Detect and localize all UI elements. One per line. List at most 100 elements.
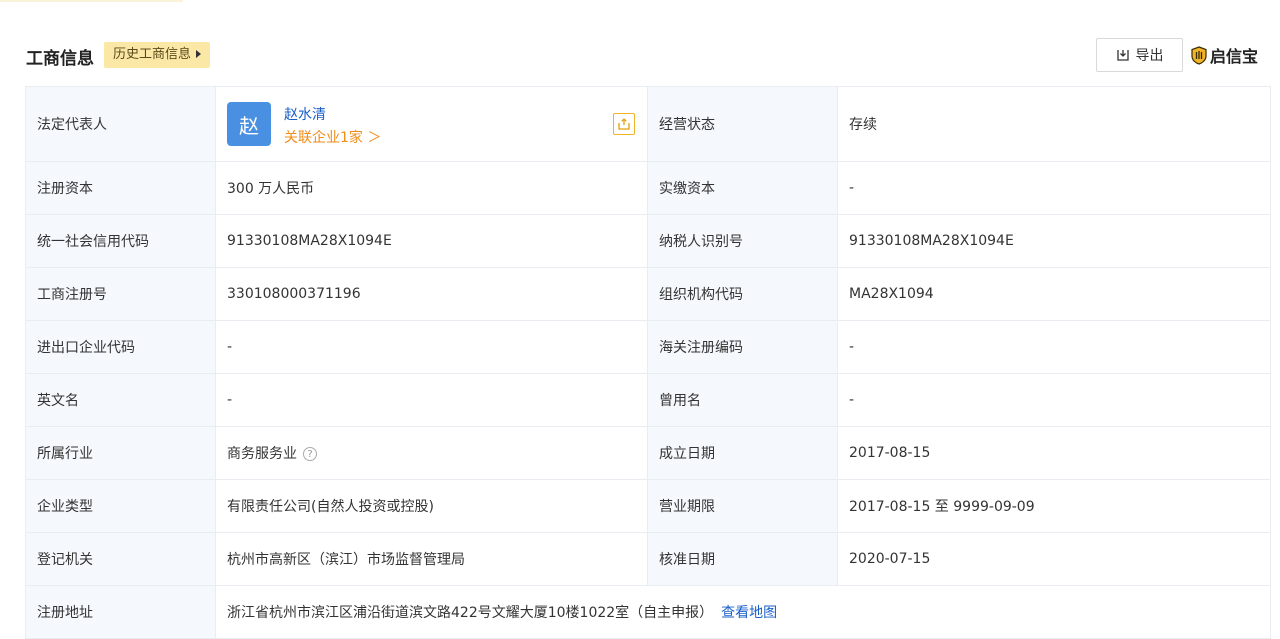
- field-value-text: -: [227, 392, 233, 408]
- field-label: 纳税人识别号: [647, 214, 838, 268]
- field-label-text: 海关注册编码: [659, 340, 743, 356]
- field-value: 330108000371196: [215, 267, 648, 321]
- history-info-label: 历史工商信息: [113, 47, 192, 62]
- legal-rep-label: 法定代表人: [25, 86, 216, 162]
- legal-rep-cell: 赵 赵水清 关联企业1家 ＞: [215, 86, 648, 162]
- field-label-text: 纳税人识别号: [659, 234, 743, 250]
- field-value-text: -: [849, 180, 855, 196]
- table-row: 所属行业 商务服务业? 成立日期 2017-08-15: [25, 426, 1271, 480]
- legal-rep-name-link[interactable]: 赵水清: [284, 104, 326, 124]
- share-icon: [618, 118, 630, 130]
- field-label-text: 注册资本: [37, 181, 93, 197]
- address-value: 浙江省杭州市滨江区浦沿街道滨文路422号文耀大厦10楼1022室（自主申报）: [227, 605, 714, 621]
- field-value: 300 万人民币: [215, 161, 648, 215]
- field-label: 英文名: [25, 373, 216, 427]
- brand-logo: 启信宝: [1191, 43, 1258, 67]
- field-label-text: 所属行业: [37, 446, 93, 462]
- field-value: -: [837, 161, 1271, 215]
- field-value: 2017-08-15: [837, 426, 1271, 480]
- field-value: 杭州市高新区（滨江）市场监督管理局: [215, 532, 648, 586]
- field-label: 统一社会信用代码: [25, 214, 216, 268]
- field-value: MA28X1094: [837, 267, 1271, 321]
- section-title: 工商信息: [26, 49, 94, 69]
- table-row: 登记机关 杭州市高新区（滨江）市场监督管理局 核准日期 2020-07-15: [25, 532, 1271, 586]
- field-value-text: 300 万人民币: [227, 181, 315, 197]
- export-label: 导出: [1135, 48, 1164, 64]
- field-value: 91330108MA28X1094E: [215, 214, 648, 268]
- table-row: 注册资本 300 万人民币 实缴资本 -: [25, 161, 1271, 215]
- field-label-text: 统一社会信用代码: [37, 234, 149, 250]
- table-row: 企业类型 有限责任公司(自然人投资或控股) 营业期限 2017-08-15 至 999…: [25, 479, 1271, 533]
- download-icon: [1116, 50, 1129, 61]
- field-label: 核准日期: [647, 532, 838, 586]
- table-row: 进出口企业代码 - 海关注册编码 -: [25, 320, 1271, 374]
- field-label-text: 企业类型: [37, 499, 93, 515]
- table-row: 英文名 - 曾用名 -: [25, 373, 1271, 427]
- field-value-text: MA28X1094: [849, 286, 934, 302]
- field-label-text: 实缴资本: [659, 181, 715, 197]
- field-label: 海关注册编码: [647, 320, 838, 374]
- field-label: 企业类型: [25, 479, 216, 533]
- field-label-text: 核准日期: [659, 552, 715, 568]
- field-label-text: 营业期限: [659, 499, 715, 515]
- field-label: 登记机关: [25, 532, 216, 586]
- related-companies-link[interactable]: 关联企业1家 ＞: [284, 127, 381, 147]
- export-button[interactable]: 导出: [1096, 38, 1183, 72]
- field-label: 进出口企业代码: [25, 320, 216, 374]
- field-label-text: 组织机构代码: [659, 287, 743, 303]
- field-label: 曾用名: [647, 373, 838, 427]
- field-label-text: 工商注册号: [37, 287, 107, 303]
- field-value-text: 有限责任公司(自然人投资或控股): [227, 499, 434, 515]
- field-label-text: 登记机关: [37, 552, 93, 568]
- table-row: 工商注册号 330108000371196 组织机构代码 MA28X1094: [25, 267, 1271, 321]
- field-value-text: 商务服务业: [227, 446, 297, 462]
- field-value: 2020-07-15: [837, 532, 1271, 586]
- share-button[interactable]: [613, 113, 635, 135]
- table-row: 统一社会信用代码 91330108MA28X1094E 纳税人识别号 91330108…: [25, 214, 1271, 268]
- field-value: -: [215, 320, 648, 374]
- field-value: -: [215, 373, 648, 427]
- field-label-text: 成立日期: [659, 446, 715, 462]
- field-value-text: 2017-08-15: [849, 445, 931, 461]
- status-value: 存续: [837, 86, 1271, 162]
- field-label-text: 英文名: [37, 393, 79, 409]
- field-label: 工商注册号: [25, 267, 216, 321]
- table-row: 法定代表人 赵 赵水清 关联企业1家 ＞ 经营状态 存续: [25, 86, 1271, 162]
- field-value-text: 91330108MA28X1094E: [849, 233, 1014, 249]
- status-label: 经营状态: [647, 86, 838, 162]
- field-label: 成立日期: [647, 426, 838, 480]
- field-label: 实缴资本: [647, 161, 838, 215]
- field-value-text: 杭州市高新区（滨江）市场监督管理局: [227, 552, 465, 568]
- field-label-text: 进出口企业代码: [37, 340, 135, 356]
- field-value: 商务服务业?: [215, 426, 648, 480]
- field-value: 91330108MA28X1094E: [837, 214, 1271, 268]
- field-value-text: 91330108MA28X1094E: [227, 233, 392, 249]
- field-label: 营业期限: [647, 479, 838, 533]
- field-value: -: [837, 320, 1271, 374]
- shield-icon: [1191, 45, 1207, 65]
- field-label-text: 曾用名: [659, 393, 701, 409]
- field-value-text: 2017-08-15 至 9999-09-09: [849, 499, 1035, 515]
- address-cell: 浙江省杭州市滨江区浦沿街道滨文路422号文耀大厦10楼1022室（自主申报） 查看…: [215, 585, 1271, 639]
- view-map-link[interactable]: 查看地图: [721, 605, 777, 621]
- field-value: 2017-08-15 至 9999-09-09: [837, 479, 1271, 533]
- avatar[interactable]: 赵: [227, 102, 271, 146]
- caret-right-icon: [196, 50, 202, 58]
- address-label: 注册地址: [25, 585, 216, 639]
- field-value-text: 2020-07-15: [849, 551, 931, 567]
- history-info-tag[interactable]: 历史工商信息: [104, 42, 211, 68]
- section-header: 工商信息 历史工商信息 导出 启信宝: [26, 38, 1271, 72]
- field-value-text: -: [849, 339, 855, 355]
- field-label: 注册资本: [25, 161, 216, 215]
- field-value-text: -: [849, 392, 855, 408]
- field-value-text: -: [227, 339, 233, 355]
- field-value-text: 330108000371196: [227, 286, 361, 302]
- business-info-table: 法定代表人 赵 赵水清 关联企业1家 ＞ 经营状态 存续 注册资本 300 万人民…: [25, 86, 1271, 639]
- field-label: 组织机构代码: [647, 267, 838, 321]
- table-row: 注册地址 浙江省杭州市滨江区浦沿街道滨文路422号文耀大厦10楼1022室（自主申…: [25, 585, 1271, 639]
- field-label: 所属行业: [25, 426, 216, 480]
- field-value: -: [837, 373, 1271, 427]
- field-value: 有限责任公司(自然人投资或控股): [215, 479, 648, 533]
- top-accent-bar: [0, 0, 183, 2]
- help-icon[interactable]: ?: [303, 447, 317, 461]
